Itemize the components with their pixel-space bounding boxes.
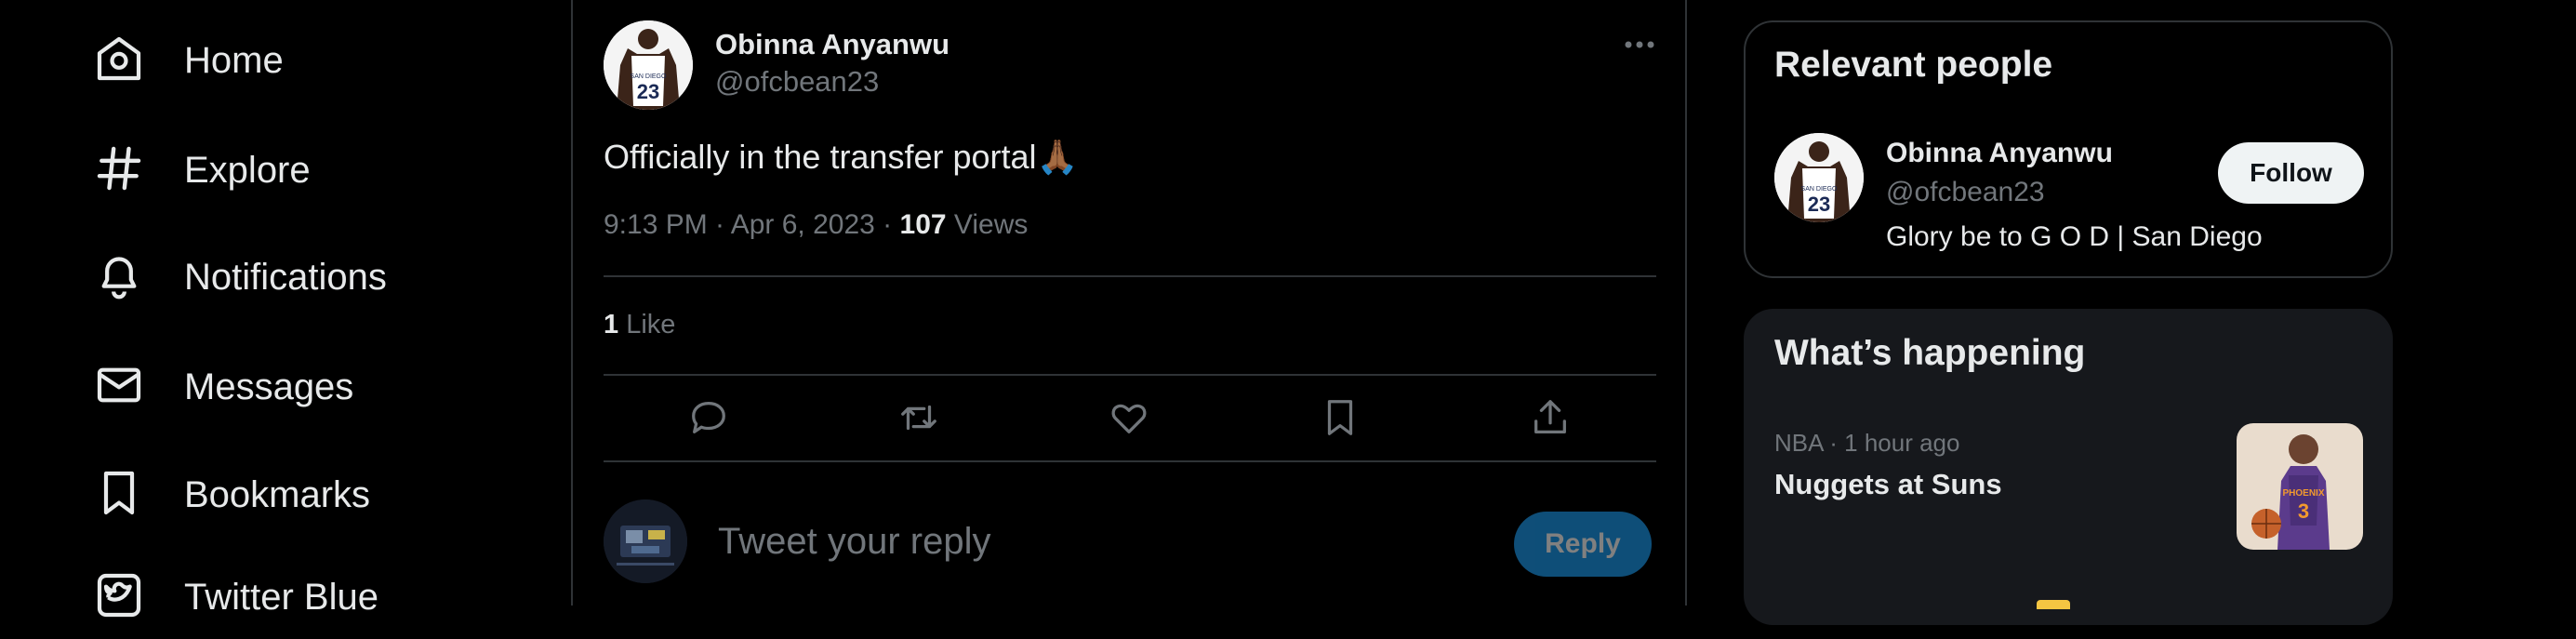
nav-label-bookmarks: Bookmarks (184, 473, 371, 515)
tweet-meta: 9:13 PM · Apr 6, 2023 · 107 Views (604, 209, 1028, 241)
author-handle[interactable]: @ofcbean23 (715, 65, 879, 99)
trend-meta: NBA · 1 hour ago (1774, 429, 1960, 457)
tweet-text: Officially in the transfer portal🙏🏾 (604, 138, 1078, 177)
bell-icon (93, 249, 145, 306)
author-avatar[interactable]: SAN DIEGO 23 (604, 20, 693, 110)
like-icon[interactable] (1108, 396, 1150, 444)
share-icon[interactable] (1529, 396, 1572, 444)
home-icon (93, 33, 145, 89)
tweet-timestamp[interactable]: 9:13 PM · Apr 6, 2023 · (604, 209, 900, 240)
more-icon[interactable] (1618, 28, 1665, 61)
nav-label-messages: Messages (184, 366, 354, 407)
nav-item-bookmarks[interactable]: Bookmarks (93, 453, 370, 537)
nav-item-home[interactable]: Home (93, 19, 284, 102)
likes-label: Like (618, 310, 676, 339)
praying-hands-emoji: 🙏🏾 (1036, 138, 1079, 176)
svg-text:SAN DIEGO: SAN DIEGO (631, 73, 667, 80)
jersey-number: 23 (1808, 193, 1830, 216)
likes-stat[interactable]: 1 Like (604, 310, 675, 340)
tweet-text-content: Officially in the transfer portal (604, 138, 1037, 176)
column-divider-right (1685, 0, 1687, 606)
likes-count: 1 (604, 310, 619, 339)
svg-text:SAN DIEGO: SAN DIEGO (1801, 186, 1838, 193)
nav-label-notifications: Notifications (184, 256, 387, 298)
svg-text:PHOENIX: PHOENIX (2282, 488, 2324, 499)
reply-input[interactable]: Tweet your reply (718, 521, 990, 563)
views-count: 107 (899, 209, 947, 240)
trend-image[interactable]: PHOENIX 3 (2237, 423, 2363, 550)
bookmark-icon[interactable] (1319, 396, 1361, 444)
jersey-number: 23 (637, 80, 659, 103)
relevant-person-handle[interactable]: @ofcbean23 (1886, 177, 2045, 208)
hashtag-icon (93, 142, 145, 199)
nav-item-explore[interactable]: Explore (93, 128, 311, 212)
reply-button[interactable]: Reply (1514, 512, 1652, 577)
nav-item-messages[interactable]: Messages (93, 345, 353, 429)
relevant-person-avatar[interactable]: SAN DIEGO 23 (1774, 133, 1864, 222)
twitter-blue-icon (93, 569, 145, 626)
trend-jersey-number: 3 (2298, 499, 2309, 523)
divider (604, 275, 1656, 277)
author-name[interactable]: Obinna Anyanwu (715, 28, 949, 61)
trend-title[interactable]: Nuggets at Suns (1774, 468, 2002, 501)
whats-happening-title: What’s happening (1774, 333, 2086, 373)
divider (604, 460, 1656, 462)
views-label: Views (946, 209, 1029, 240)
bookmark-icon (93, 467, 145, 524)
nav-item-notifications[interactable]: Notifications (93, 235, 387, 319)
envelope-icon (93, 359, 145, 416)
current-user-avatar[interactable] (604, 499, 687, 583)
retweet-icon[interactable] (897, 396, 940, 444)
relevant-person-name[interactable]: Obinna Anyanwu (1886, 138, 2113, 169)
nav-label-explore: Explore (184, 149, 311, 191)
relevant-people-title: Relevant people (1774, 45, 2053, 85)
nav-label-home: Home (184, 39, 284, 81)
column-divider-left (571, 0, 573, 606)
follow-button[interactable]: Follow (2218, 142, 2364, 204)
relevant-person-bio: Glory be to G O D | San Diego (1886, 221, 2263, 252)
divider (604, 374, 1656, 376)
trend-emoji-partial (2037, 600, 2070, 609)
nav-label-twitter-blue: Twitter Blue (184, 576, 378, 618)
nav-item-twitter-blue[interactable]: Twitter Blue (93, 555, 378, 639)
reply-icon[interactable] (687, 396, 730, 444)
